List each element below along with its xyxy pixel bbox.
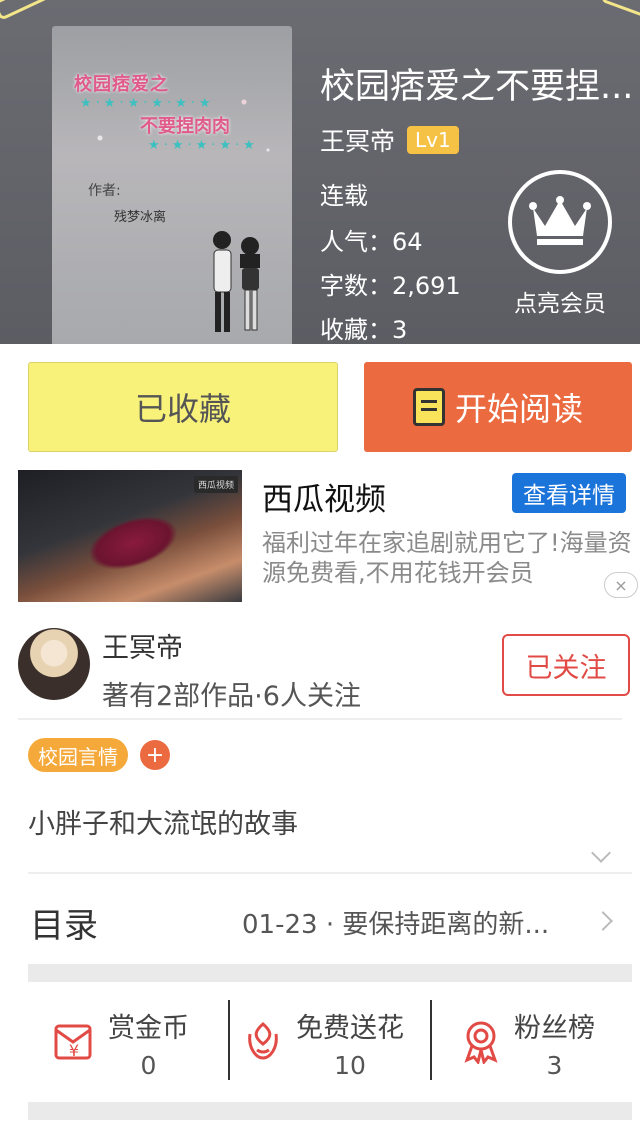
- stat-label: 赏金币: [108, 1013, 189, 1044]
- serial-status: 连载: [320, 182, 368, 210]
- ad-details-button[interactable]: 查看详情: [512, 473, 626, 513]
- cover-author-label: 作者:: [88, 183, 121, 199]
- stat-label: 免费送花: [296, 1013, 404, 1044]
- stat-free-flowers[interactable]: 免费送花 10: [240, 1006, 404, 1086]
- flower-icon: [248, 1022, 278, 1060]
- crown-icon: [508, 170, 612, 274]
- genre-tag[interactable]: 校园言情: [28, 738, 128, 772]
- medal-icon: [464, 1021, 498, 1064]
- cover-title-line2: 不要捏肉肉: [140, 116, 230, 137]
- divider: [228, 1000, 230, 1080]
- stat-label: 粉丝榜: [514, 1013, 595, 1044]
- section-divider: [28, 1102, 632, 1120]
- start-reading-label: 开始阅读: [454, 390, 583, 428]
- svg-text:¥: ¥: [69, 1041, 79, 1060]
- stat-fan-ranking[interactable]: 粉丝榜 3: [458, 1006, 595, 1086]
- ad-image-detail: [83, 507, 183, 579]
- stat-value: 3: [546, 1051, 563, 1080]
- author-row[interactable]: 王冥帝 Lv1: [320, 122, 459, 158]
- ad-title[interactable]: 西瓜视频: [262, 474, 386, 519]
- follow-button[interactable]: 已关注: [502, 634, 630, 696]
- cover-author-name: 残梦冰离: [114, 210, 167, 225]
- cover-title-line1: 校园痞爱之: [74, 74, 169, 95]
- synopsis: 小胖子和大流氓的故事: [28, 809, 298, 840]
- stat-value: 10: [334, 1051, 366, 1080]
- author-card-info: 著有2部作品·6人关注: [102, 681, 361, 712]
- couple-illustration-icon: [213, 231, 260, 332]
- toc-label[interactable]: 目录: [30, 898, 98, 947]
- back-decoration[interactable]: [0, 0, 52, 21]
- share-decoration[interactable]: [600, 0, 640, 18]
- cover-stars-icon-2: ★·★·★·★·★: [148, 138, 259, 153]
- stat-reward-coins[interactable]: ¥ 赏金币 0: [52, 1006, 189, 1086]
- stat-value: 0: [140, 1051, 157, 1080]
- coin-envelope-icon: ¥: [54, 1024, 92, 1060]
- ad-thumbnail[interactable]: 西瓜视频: [18, 470, 242, 602]
- ad-thumb-tag: 西瓜视频: [193, 476, 238, 493]
- book-cover[interactable]: 校园痞爱之 ★·★·★·★·★·★ 不要捏肉肉 ★·★·★·★·★ 作者: 残梦…: [52, 26, 292, 344]
- vip-button[interactable]: 点亮会员: [508, 170, 612, 318]
- avatar[interactable]: [18, 628, 90, 700]
- favorited-label: 已收藏: [134, 390, 231, 428]
- favorited-button[interactable]: 已收藏: [28, 362, 338, 452]
- section-divider: [28, 964, 632, 982]
- chevron-right-icon[interactable]: [593, 911, 613, 931]
- cover-stars-icon: ★·★·★·★·★·★: [80, 96, 215, 111]
- add-tag-icon[interactable]: +: [140, 740, 170, 770]
- divider: [430, 1000, 432, 1080]
- level-badge: Lv1: [407, 126, 459, 154]
- divider: [28, 872, 632, 874]
- author-name[interactable]: 王冥帝: [320, 122, 395, 158]
- expand-chevron-down-icon[interactable]: [591, 843, 611, 863]
- ad-close-icon[interactable]: ×: [604, 572, 638, 598]
- book-title: 校园痞爱之不要捏...: [320, 67, 634, 107]
- popularity-count: 人气：64: [320, 228, 423, 256]
- vip-label: 点亮会员: [514, 291, 606, 317]
- toc-latest-chapter[interactable]: 01-23 · 要保持距离的新...: [242, 904, 549, 941]
- book-header: 校园痞爱之 ★·★·★·★·★·★ 不要捏肉肉 ★·★·★·★·★ 作者: 残梦…: [0, 0, 640, 344]
- word-count: 字数：2,691: [320, 272, 461, 300]
- divider: [18, 718, 622, 720]
- book-icon: [412, 388, 445, 426]
- favorites-count: 收藏：3: [320, 316, 408, 344]
- ad-description[interactable]: 福利过年在家追剧就用它了!海量资源免费看,不用花钱开会员: [262, 528, 632, 588]
- start-reading-button[interactable]: 开始阅读: [364, 362, 632, 452]
- author-card-name[interactable]: 王冥帝: [102, 626, 183, 665]
